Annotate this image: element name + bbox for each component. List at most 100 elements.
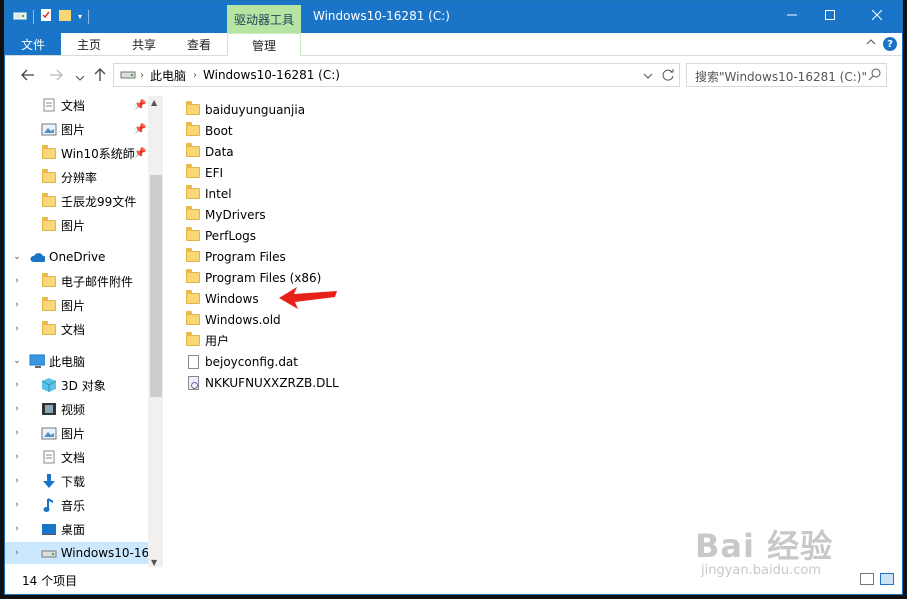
watermark-url: jingyan.baidu.com (701, 563, 821, 578)
customize-toolbar-icon[interactable]: ▾ (78, 12, 82, 21)
address-history-button[interactable] (643, 69, 653, 83)
arrow-right-icon (49, 69, 63, 85)
nav-item-pictures-folder[interactable]: 图片 (5, 214, 148, 236)
list-item[interactable]: 用户 (185, 330, 229, 351)
tab-share[interactable]: 共享 (117, 33, 171, 55)
file-name: bejoyconfig.dat (205, 354, 298, 369)
file-name: Intel (205, 186, 232, 201)
expand-ribbon-icon[interactable] (866, 37, 876, 51)
pin-icon: 📌 (134, 123, 147, 135)
list-item[interactable]: baiduyunguanjia (185, 99, 305, 120)
search-input[interactable]: 搜索"Windows10-16281 (C:)" (686, 63, 887, 87)
folder-icon (185, 311, 201, 328)
chevron-down-icon (75, 69, 85, 85)
list-item[interactable]: PerfLogs (185, 225, 256, 246)
watermark-logo: Bai 经验 (695, 527, 834, 565)
nav-item-pc-pictures[interactable]: › 图片 (5, 422, 148, 444)
nav-item-desktop[interactable]: › 桌面 (5, 518, 148, 540)
folder-icon (41, 216, 57, 233)
address-bar[interactable]: › 此电脑 › Windows10-16281 (C:) (113, 63, 680, 87)
up-button[interactable] (91, 68, 109, 86)
chevron-down-icon[interactable]: ⌄ (5, 252, 29, 262)
tab-home[interactable]: 主页 (61, 33, 117, 55)
recent-locations-button[interactable] (71, 68, 89, 86)
scroll-down-icon[interactable]: ▼ (151, 558, 157, 567)
chevron-right-icon[interactable]: › (5, 476, 29, 486)
chevron-right-icon[interactable]: › (5, 276, 29, 286)
nav-item-onedrive-documents[interactable]: › 文档 (5, 318, 148, 340)
nav-item-videos[interactable]: › 视频 (5, 398, 148, 420)
chevron-down-icon[interactable]: ⌄ (5, 356, 29, 366)
folder-icon (185, 143, 201, 160)
nav-item-renchenlong-folder[interactable]: 壬辰龙99文件 (5, 190, 148, 212)
list-item[interactable]: NKKUFNUXXZRZB.DLL (185, 372, 339, 393)
chevron-right-icon[interactable]: › (5, 380, 29, 390)
list-item[interactable]: Data (185, 141, 234, 162)
nav-pane-scrollbar[interactable]: ▲ ▼ (148, 96, 163, 569)
file-name: EFI (205, 165, 224, 180)
file-name: Boot (205, 123, 233, 138)
dll-file-icon (185, 375, 201, 391)
close-button[interactable] (855, 1, 899, 31)
list-item[interactable]: MyDrivers (185, 204, 266, 225)
new-folder-icon[interactable] (58, 8, 72, 25)
tab-manage[interactable]: 管理 (227, 33, 301, 56)
large-icons-view-icon[interactable] (880, 573, 894, 585)
chevron-right-icon[interactable]: › (5, 404, 29, 414)
pin-icon: 📌 (134, 147, 147, 159)
nav-item-documents[interactable]: 文档 📌 (5, 96, 148, 116)
list-item[interactable]: bejoyconfig.dat (185, 351, 298, 372)
chevron-right-icon[interactable]: › (5, 500, 29, 510)
breadcrumb-current-drive[interactable]: Windows10-16281 (C:) (203, 68, 340, 82)
cloud-icon (29, 249, 45, 265)
back-button[interactable] (19, 68, 37, 86)
nav-item-onedrive[interactable]: ⌄ OneDrive (5, 246, 148, 268)
nav-item-pictures[interactable]: 图片 📌 (5, 118, 148, 140)
list-item[interactable]: Program Files (185, 246, 286, 267)
chevron-right-icon[interactable]: › (5, 524, 29, 534)
nav-item-pc-documents[interactable]: › 文档 (5, 446, 148, 468)
forward-button[interactable] (47, 68, 65, 86)
nav-item-c-drive[interactable]: › Windows10-16 (5, 542, 148, 564)
file-name: baiduyunguanjia (205, 102, 306, 117)
nav-item-email-attachments[interactable]: › 电子邮件附件 (5, 270, 148, 292)
file-name: Windows.old (205, 312, 281, 327)
3d-objects-icon (41, 377, 57, 393)
file-name: Data (205, 144, 234, 159)
navigation-pane: 文档 📌 图片 📌 Win10系统師 📌 分辨率 壬辰龙99文件 图片 ⌄ On… (5, 96, 163, 569)
chevron-right-icon[interactable]: › (5, 324, 29, 334)
scroll-up-icon[interactable]: ▲ (151, 98, 157, 107)
tab-view[interactable]: 查看 (171, 33, 227, 55)
nav-item-3d-objects[interactable]: › 3D 对象 (5, 374, 148, 396)
folder-icon (185, 122, 201, 139)
tab-file[interactable]: 文件 (5, 33, 61, 55)
chevron-right-icon[interactable]: › (5, 300, 29, 310)
help-icon[interactable]: ? (883, 37, 897, 51)
list-item[interactable]: EFI (185, 162, 223, 183)
list-item[interactable]: Intel (185, 183, 232, 204)
drive-icon[interactable] (13, 9, 27, 24)
nav-item-downloads[interactable]: › 下载 (5, 470, 148, 492)
navigation-bar: › 此电脑 › Windows10-16281 (C:) 搜索"Windows1… (5, 56, 902, 96)
list-item[interactable]: Windows.old (185, 309, 281, 330)
list-item[interactable]: Boot (185, 120, 233, 141)
documents-icon (41, 97, 57, 113)
maximize-button[interactable] (808, 1, 852, 31)
nav-item-this-pc[interactable]: ⌄ 此电脑 (5, 350, 148, 372)
nav-item-onedrive-pictures[interactable]: › 图片 (5, 294, 148, 316)
nav-item-win10-folder[interactable]: Win10系统師 📌 (5, 142, 148, 164)
nav-item-resolution-folder[interactable]: 分辨率 (5, 166, 148, 188)
breadcrumb-this-pc[interactable]: 此电脑 (150, 67, 186, 84)
scrollbar-thumb[interactable] (150, 175, 162, 397)
arrow-left-icon (21, 69, 35, 85)
properties-icon[interactable] (40, 8, 52, 25)
details-view-icon[interactable] (860, 573, 874, 585)
refresh-icon[interactable] (661, 68, 675, 85)
desktop-icon (41, 521, 57, 537)
chevron-right-icon[interactable]: › (5, 548, 29, 558)
chevron-right-icon[interactable]: › (5, 428, 29, 438)
folder-icon (185, 185, 201, 202)
nav-item-music[interactable]: › 音乐 (5, 494, 148, 516)
list-item[interactable]: Windows (185, 288, 259, 309)
chevron-right-icon[interactable]: › (5, 452, 29, 462)
